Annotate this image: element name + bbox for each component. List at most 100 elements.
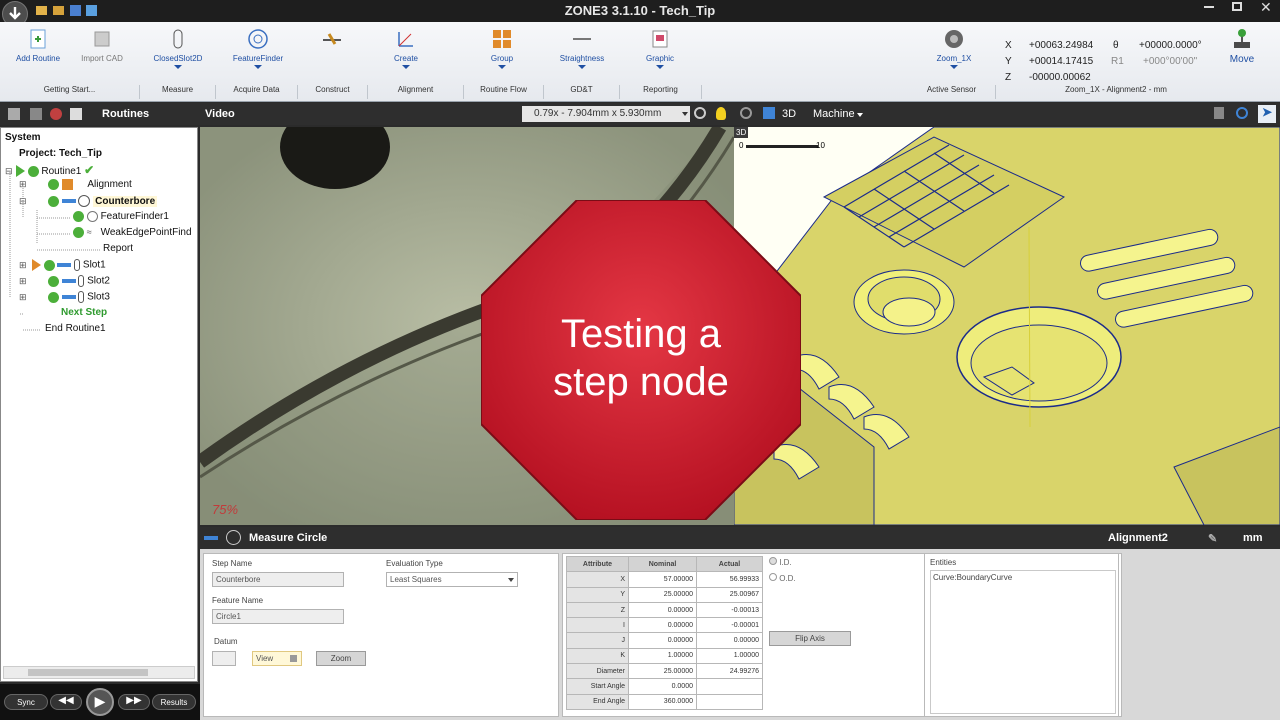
attribute-row[interactable]: J 0.00000 0.00000 (566, 632, 763, 649)
actual-value[interactable]: 1.00000 (696, 647, 763, 665)
tools-icon[interactable] (30, 108, 42, 120)
attribute-row[interactable]: K 1.00000 1.00000 (566, 647, 763, 665)
expand-icon[interactable]: ⊞ (19, 276, 29, 287)
actual-value[interactable]: -0.00013 (696, 601, 763, 619)
graphic-button[interactable]: Graphic (622, 26, 698, 82)
nominal-value[interactable]: 0.00000 (628, 632, 697, 649)
target-icon[interactable] (50, 108, 62, 120)
view-dimensions-dropdown[interactable]: 0.79x - 7.904mm x 5.930mm (522, 106, 690, 122)
expand-icon[interactable]: ⊟ (5, 166, 13, 177)
nominal-value[interactable]: 0.0000 (628, 678, 697, 695)
search-icon[interactable] (694, 107, 706, 119)
tree-node-project[interactable]: Project: Tech_Tip (19, 148, 102, 164)
chevron-down-icon[interactable] (857, 113, 863, 117)
report-icon[interactable] (70, 108, 82, 120)
scroll-thumb[interactable] (28, 669, 148, 676)
actual-value[interactable]: -0.00001 (696, 617, 763, 634)
expand-icon[interactable]: ⊞ (19, 179, 29, 190)
chevron-down-icon[interactable] (950, 65, 958, 69)
tree-node-end-routine1[interactable]: End Routine1 (45, 323, 106, 339)
view-mode-dropdown[interactable]: 3D (782, 108, 796, 120)
pin-icon[interactable] (1214, 107, 1224, 119)
tree-node-next-step[interactable]: Next Step (61, 307, 107, 323)
pointer-icon[interactable]: ➤ (1258, 105, 1276, 123)
chevron-down-icon[interactable] (498, 65, 506, 69)
feature-name-field[interactable]: Circle1 (212, 609, 344, 624)
actual-value[interactable]: 25.00967 (696, 586, 763, 603)
sync-button[interactable]: Sync (4, 694, 48, 710)
od-radio[interactable]: O.D. (769, 573, 796, 583)
attribute-row[interactable]: End Angle 360.0000 (566, 693, 763, 710)
tree-node-weakedgepointfind[interactable]: ≈ WeakEdgePointFind (73, 227, 192, 243)
cad-3d-view[interactable]: 3D 0 10 (734, 127, 1280, 525)
tree-node-slot1[interactable]: ⊞ Slot1 (19, 259, 106, 275)
close-button[interactable]: ✕ (1260, 0, 1272, 16)
attribute-row[interactable]: X 57.00000 56.99933 (566, 571, 763, 588)
play-icon[interactable] (15, 165, 25, 178)
results-button[interactable]: Results (152, 694, 196, 710)
cube-icon[interactable] (763, 107, 775, 119)
nominal-value[interactable]: 0.00000 (628, 601, 697, 619)
actual-value[interactable] (696, 693, 763, 710)
crosshair-icon[interactable] (1236, 107, 1248, 119)
straightness-button[interactable]: Straightness (544, 26, 620, 82)
tree-node-featurefinder1[interactable]: FeatureFinder1 (73, 211, 169, 227)
feature-finder-button[interactable]: FeatureFinder (220, 26, 296, 82)
light-bulb-icon[interactable] (716, 107, 726, 120)
attribute-row[interactable]: I 0.00000 -0.00001 (566, 617, 763, 634)
entity-item[interactable]: Curve:BoundaryCurve (933, 573, 1012, 582)
tree-node-system[interactable]: System (5, 132, 41, 148)
minimize-button[interactable] (1204, 6, 1214, 8)
step-name-field[interactable]: Counterbore (212, 572, 344, 587)
actual-value[interactable]: 56.99933 (696, 571, 763, 588)
nominal-value[interactable]: 25.00000 (628, 586, 697, 603)
actual-value[interactable]: 0.00000 (696, 632, 763, 649)
chevron-down-icon[interactable] (402, 65, 410, 69)
actual-value[interactable]: 24.99276 (696, 663, 763, 680)
nominal-value[interactable]: 0.00000 (628, 617, 697, 634)
attribute-row[interactable]: Start Angle 0.0000 (566, 678, 763, 695)
horizontal-scrollbar[interactable] (3, 666, 195, 679)
machine-dropdown[interactable]: Machine (813, 108, 855, 120)
expand-icon[interactable]: ⊞ (19, 260, 29, 271)
tree-node-slot3[interactable]: ⊞ Slot3 (19, 291, 110, 307)
tree-node-report[interactable]: Report (103, 243, 133, 259)
closed-slot-2d-button[interactable]: ClosedSlot2D (140, 26, 216, 82)
create-alignment-button[interactable]: Create (368, 26, 444, 82)
actual-value[interactable] (696, 678, 763, 695)
collapse-icon[interactable]: ⊟ (19, 196, 29, 207)
play-button[interactable]: ▶ (86, 688, 114, 716)
routines-tab[interactable]: Routines (102, 108, 149, 120)
evaluation-type-select[interactable]: Least Squares (386, 572, 518, 587)
chevron-down-icon[interactable] (174, 65, 182, 69)
nominal-value[interactable]: 1.00000 (628, 647, 697, 665)
chevron-down-icon[interactable] (656, 65, 664, 69)
chevron-down-icon[interactable] (578, 65, 586, 69)
tree-node-counterbore[interactable]: ⊟ Counterbore (19, 195, 158, 211)
tree-node-alignment[interactable]: ⊞ Alignment (19, 179, 132, 195)
home-icon[interactable] (8, 108, 20, 120)
id-radio[interactable]: I.D. (769, 557, 792, 567)
maximize-button[interactable] (1232, 2, 1242, 11)
attribute-row[interactable]: Y 25.00000 25.00967 (566, 586, 763, 603)
zoom-icon[interactable] (740, 107, 752, 119)
video-tab[interactable]: Video (205, 108, 235, 120)
nominal-value[interactable]: 25.00000 (628, 663, 697, 680)
entities-list[interactable]: Curve:BoundaryCurve (930, 570, 1116, 714)
group-button[interactable]: Group (464, 26, 540, 82)
construct-button[interactable] (294, 26, 370, 82)
view-button[interactable]: View (252, 651, 302, 666)
pencil-icon[interactable]: ✎ (1208, 532, 1220, 545)
nominal-value[interactable]: 57.00000 (628, 571, 697, 588)
datum-field[interactable] (212, 651, 236, 666)
zoom-button[interactable]: Zoom (316, 651, 366, 666)
nominal-value[interactable]: 360.0000 (628, 693, 697, 710)
fast-forward-button[interactable]: ▶▶ (118, 694, 150, 710)
attribute-row[interactable]: Diameter 25.00000 24.99276 (566, 663, 763, 680)
flip-axis-button[interactable]: Flip Axis (769, 631, 851, 646)
tree-node-slot2[interactable]: ⊞ Slot2 (19, 275, 110, 291)
move-button[interactable]: Move (1204, 26, 1280, 82)
rewind-button[interactable]: ◀◀ (50, 694, 82, 710)
zoom-1x-button[interactable]: Zoom_1X (916, 26, 992, 82)
tree-node-routine1[interactable]: ⊟ Routine1 ✔ (5, 163, 94, 179)
